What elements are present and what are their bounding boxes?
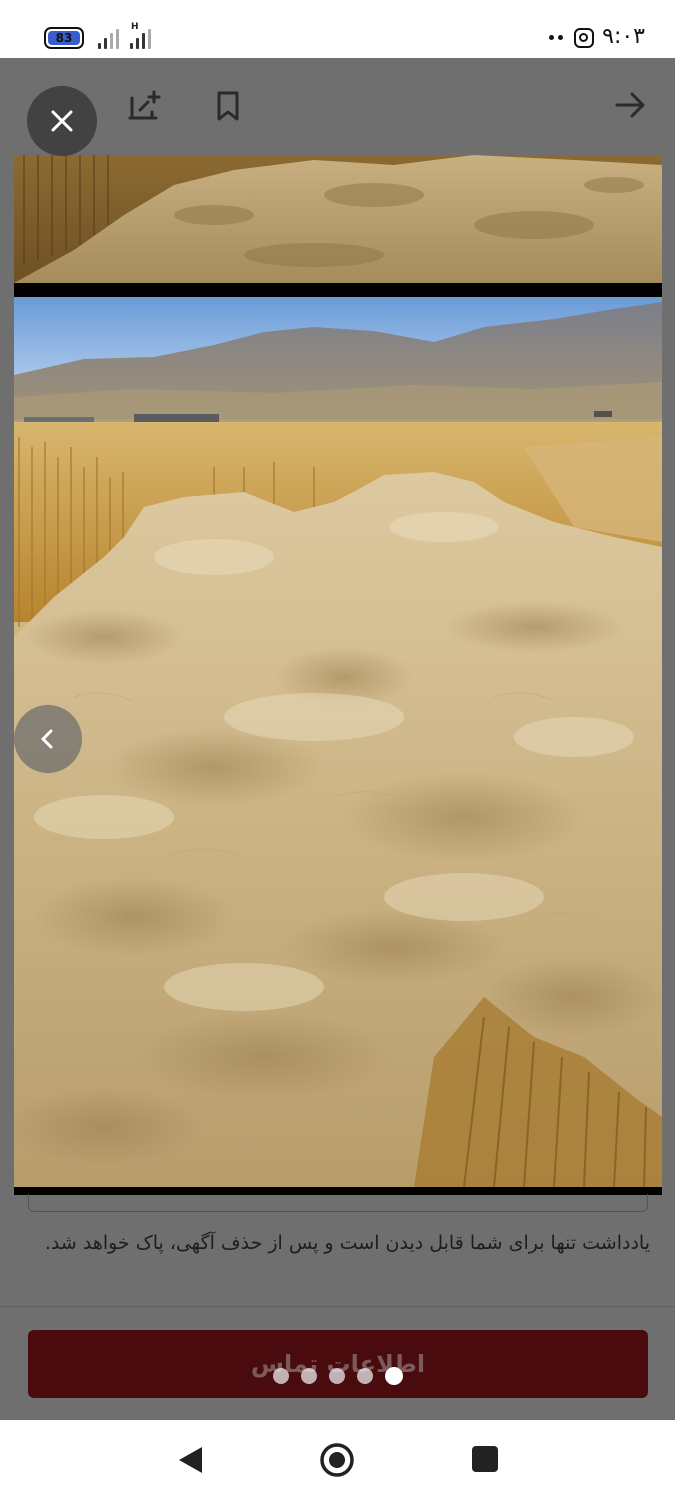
straw-pile-photo[interactable] <box>14 297 662 1187</box>
nav-home-icon[interactable] <box>319 1442 355 1478</box>
status-bar: 83 H ۹:۰۳ <box>0 0 675 58</box>
more-dots-icon <box>549 35 563 40</box>
battery-icon: 83 <box>44 27 84 49</box>
top-toolbar <box>0 58 675 155</box>
pager-dot-active[interactable] <box>385 1367 403 1385</box>
signal-icon-2 <box>130 27 151 49</box>
status-time: ۹:۰۳ <box>602 24 645 49</box>
divider <box>0 1306 675 1307</box>
pager-dot[interactable] <box>357 1368 373 1384</box>
nav-recents-icon[interactable] <box>472 1446 498 1472</box>
note-input-edge[interactable] <box>28 1194 648 1212</box>
photo-separator <box>14 283 662 297</box>
note-hint-text: یادداشت تنها برای شما قابل دیدن است و پس… <box>44 1232 650 1254</box>
bookmark-icon[interactable] <box>210 88 246 124</box>
battery-level: 83 <box>55 31 73 45</box>
signal-icon <box>98 27 119 49</box>
nav-back-icon[interactable] <box>176 1445 204 1475</box>
chevron-left-icon <box>41 729 53 749</box>
instagram-icon <box>574 28 594 48</box>
gallery-pager <box>273 1367 403 1385</box>
close-icon <box>51 110 73 132</box>
pager-dot[interactable] <box>273 1368 289 1384</box>
straw-field-photo-top[interactable] <box>14 155 662 283</box>
add-note-icon[interactable] <box>126 88 162 124</box>
contact-info-button[interactable]: اطلاعات تماس <box>28 1330 648 1398</box>
pager-dot[interactable] <box>301 1368 317 1384</box>
close-button[interactable] <box>27 86 97 156</box>
pager-dot[interactable] <box>329 1368 345 1384</box>
previous-photo-button[interactable] <box>14 705 82 773</box>
back-arrow-icon[interactable] <box>613 88 647 122</box>
